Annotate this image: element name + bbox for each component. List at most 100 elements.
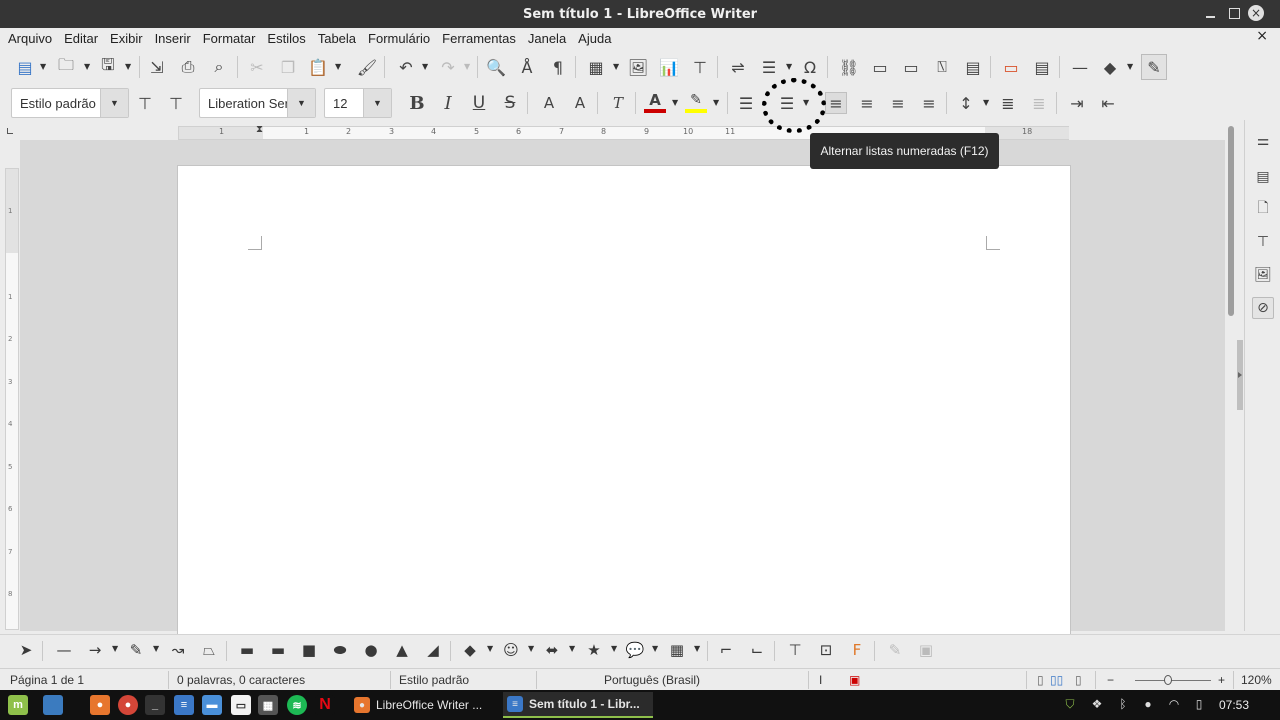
scrollbar-thumb[interactable]: [1228, 126, 1234, 316]
clone-formatting-icon[interactable]: 🖌: [356, 56, 378, 78]
multi-page-view-icon[interactable]: ▯▯: [1050, 673, 1063, 687]
strikethrough-button[interactable]: S: [499, 92, 521, 114]
paragraph-style-combo[interactable]: Estilo padrão ▼: [11, 88, 129, 118]
basic-shapes-icon[interactable]: ◆: [1099, 56, 1121, 78]
flowchart-dropdown-icon[interactable]: ▼: [694, 644, 700, 653]
task-sem-titulo-1[interactable]: ≡ Sem título 1 - Libr...: [503, 692, 653, 718]
paste-icon[interactable]: 📋: [307, 56, 329, 78]
vertical-ruler[interactable]: 1 1 2 3 4 5 6 7 8: [5, 168, 19, 630]
window-close-button[interactable]: ×: [1248, 5, 1264, 21]
firefox-icon[interactable]: ●: [90, 695, 110, 715]
select-pointer-icon[interactable]: ➤: [15, 639, 37, 661]
open-folder-icon[interactable]: 🗀: [55, 55, 77, 78]
page-icon[interactable]: 🗋: [1252, 198, 1274, 220]
chevron-down-icon[interactable]: ▼: [100, 89, 128, 117]
dropbox-icon[interactable]: ❖: [1088, 695, 1106, 713]
zoom-level[interactable]: 120%: [1241, 673, 1272, 687]
document-close-button[interactable]: ×: [1256, 28, 1268, 44]
increase-indent-icon[interactable]: ⇥: [1066, 92, 1088, 114]
footnote-icon[interactable]: ▭: [869, 56, 891, 78]
shapes-dropdown-icon[interactable]: ▼: [487, 644, 493, 653]
new-document-icon[interactable]: ▤: [14, 56, 36, 78]
freeform-dropdown-icon[interactable]: ▼: [153, 644, 159, 653]
redo-icon[interactable]: ↷: [437, 56, 459, 78]
font-color-dropdown-icon[interactable]: ▼: [672, 98, 678, 107]
square-icon[interactable]: ■: [298, 639, 320, 661]
calculator-icon[interactable]: ▦: [258, 695, 278, 715]
font-color-icon[interactable]: A: [644, 91, 666, 113]
zoom-in-button[interactable]: +: [1218, 673, 1225, 687]
page-properties-icon[interactable]: ▤: [1252, 166, 1274, 188]
files-icon[interactable]: ▬: [202, 695, 222, 715]
battery-icon[interactable]: ▯: [1190, 695, 1208, 713]
line-arrow-icon[interactable]: →: [84, 639, 106, 661]
block-arrows-icon[interactable]: ⬌: [541, 639, 563, 661]
mint-menu-icon[interactable]: m: [8, 695, 28, 715]
connector-icon[interactable]: ⌐: [715, 639, 737, 661]
rectangle-icon[interactable]: ▬: [236, 639, 258, 661]
maximize-button[interactable]: [1226, 5, 1242, 21]
spelling-icon[interactable]: Å: [516, 56, 538, 78]
open-dropdown-icon[interactable]: ▼: [84, 62, 90, 71]
document-page[interactable]: [177, 165, 1071, 645]
font-size-combo[interactable]: 12 ▼: [324, 88, 392, 118]
track-changes-icon[interactable]: ▤: [1031, 56, 1053, 78]
callouts-icon[interactable]: 💬: [624, 639, 646, 661]
bold-button[interactable]: B: [406, 92, 428, 114]
new-dropdown-icon[interactable]: ▼: [40, 62, 46, 71]
task-libreoffice-writer[interactable]: ● LibreOffice Writer ...: [350, 692, 498, 718]
page-style[interactable]: Estilo padrão: [399, 673, 469, 687]
chrome-icon[interactable]: ●: [118, 695, 138, 715]
redo-dropdown-icon[interactable]: ▼: [464, 62, 470, 71]
insert-line-icon[interactable]: —: [1069, 56, 1091, 78]
line-spacing-icon[interactable]: ↕: [955, 92, 977, 114]
highlight-dropdown-icon[interactable]: ▼: [713, 98, 719, 107]
export-pdf-icon[interactable]: ⇲: [146, 56, 168, 78]
menu-ajuda[interactable]: Ajuda: [572, 31, 617, 46]
print-icon[interactable]: ⎙: [177, 56, 199, 78]
show-desktop-icon[interactable]: [43, 695, 63, 715]
gallery-icon[interactable]: 🖼: [1252, 264, 1274, 286]
insert-textbox-icon[interactable]: ⊤: [689, 56, 711, 78]
bluetooth-icon[interactable]: ᛒ: [1114, 695, 1132, 713]
menu-inserir[interactable]: Inserir: [149, 31, 197, 46]
extrusion-icon[interactable]: ▣: [915, 639, 937, 661]
word-count[interactable]: 0 palavras, 0 caracteres: [177, 673, 305, 687]
vertical-text-icon[interactable]: ⊡: [815, 639, 837, 661]
decrease-indent-icon[interactable]: ⇤: [1097, 92, 1119, 114]
insert-field-icon[interactable]: ☰: [758, 56, 780, 78]
menu-estilos[interactable]: Estilos: [261, 31, 311, 46]
symbol-shapes-icon[interactable]: ☺: [500, 639, 522, 661]
writer-launcher-icon[interactable]: ≡: [174, 695, 194, 715]
text-language[interactable]: Português (Brasil): [604, 673, 700, 687]
copy-icon[interactable]: ❐: [277, 56, 299, 78]
right-triangle-icon[interactable]: ◢: [422, 639, 444, 661]
align-right-icon[interactable]: ≡: [887, 92, 909, 114]
save-dropdown-icon[interactable]: ▼: [125, 62, 131, 71]
new-style-icon[interactable]: ⊤: [165, 92, 187, 114]
clear-formatting-button[interactable]: T: [607, 92, 629, 114]
decrease-paragraph-spacing-icon[interactable]: ≣: [1028, 92, 1050, 114]
chevron-down-icon[interactable]: ▼: [363, 89, 391, 117]
hyperlink-icon[interactable]: ⛓: [838, 56, 860, 78]
highlight-color-icon[interactable]: ✎: [685, 91, 707, 113]
spotify-icon[interactable]: ≋: [287, 695, 307, 715]
zoom-out-button[interactable]: −: [1107, 673, 1114, 687]
polygon-icon[interactable]: ⏢: [198, 639, 220, 661]
document-modified-icon[interactable]: ▣: [849, 673, 860, 687]
styles-icon[interactable]: ⊤: [1252, 231, 1274, 253]
cut-icon[interactable]: ✂: [246, 56, 268, 78]
comment-icon[interactable]: ▭: [1000, 56, 1022, 78]
callouts-dropdown-icon[interactable]: ▼: [652, 644, 658, 653]
symbols-dropdown-icon[interactable]: ▼: [528, 644, 534, 653]
bullet-list-icon[interactable]: ☰: [735, 92, 757, 114]
find-replace-icon[interactable]: 🔍: [485, 56, 507, 78]
flowchart-icon[interactable]: ▦: [666, 639, 688, 661]
shield-icon[interactable]: ⛉: [1061, 695, 1079, 713]
formatting-marks-icon[interactable]: ¶: [547, 56, 569, 78]
arrows-dropdown-icon[interactable]: ▼: [569, 644, 575, 653]
menu-tabela[interactable]: Tabela: [312, 31, 362, 46]
align-center-icon[interactable]: ≡: [856, 92, 878, 114]
increase-paragraph-spacing-icon[interactable]: ≣: [997, 92, 1019, 114]
underline-button[interactable]: U: [468, 92, 490, 114]
